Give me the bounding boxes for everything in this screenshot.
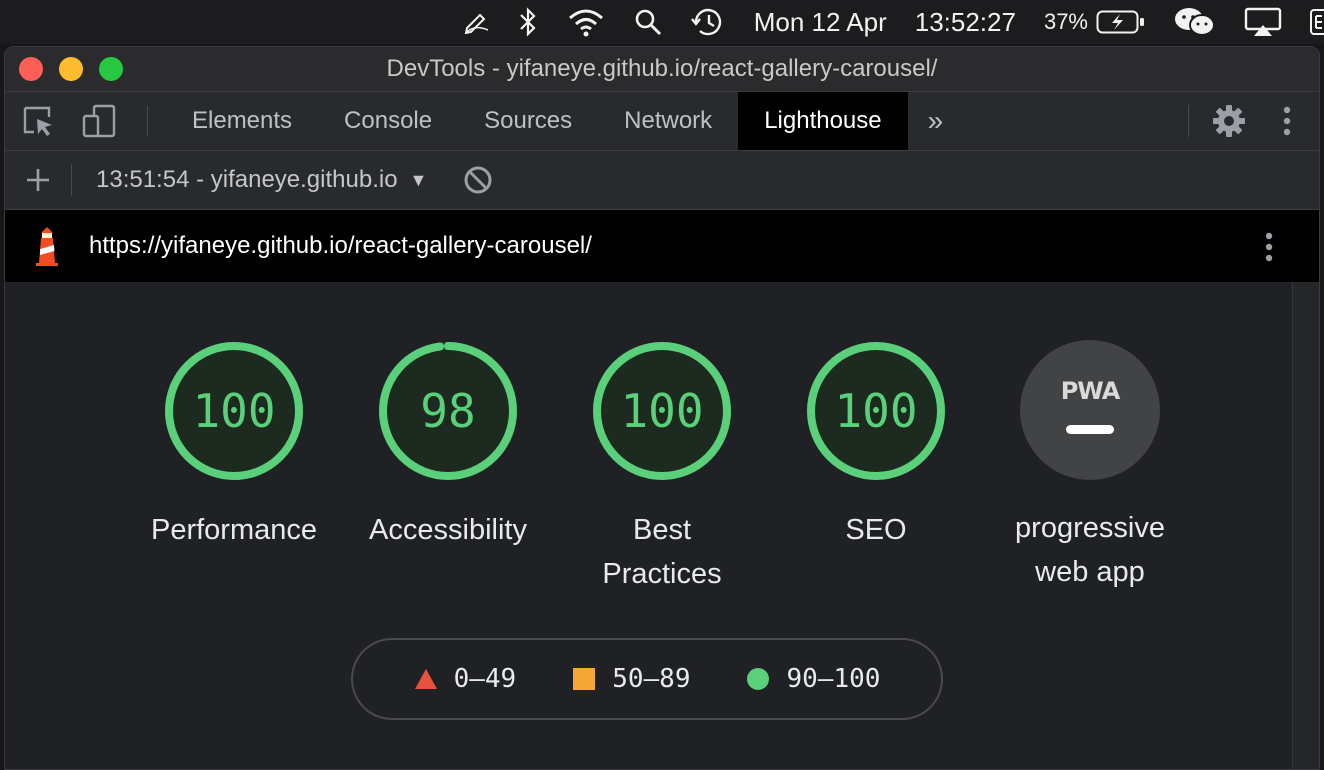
legend-item-average: 50–89	[572, 664, 690, 694]
tab-elements[interactable]: Elements	[166, 92, 318, 150]
score-gauge-performance[interactable]: 100 Performance	[127, 340, 341, 596]
score-gauge-best-practices[interactable]: 100 Best Practices	[555, 340, 769, 596]
tab-sources[interactable]: Sources	[458, 92, 598, 150]
toolbar-divider	[147, 106, 148, 136]
legend-range: 0–49	[453, 664, 517, 694]
gauge-ring: 100	[591, 340, 733, 482]
legend-item-pass: 90–100	[746, 664, 880, 694]
legend-range: 90–100	[786, 664, 881, 694]
pwa-badge-text: PWA	[1060, 376, 1121, 405]
score-label: Performance	[150, 514, 317, 546]
chevron-down-icon: ▼	[409, 169, 428, 190]
inspect-element-icon[interactable]	[9, 92, 69, 150]
report-selector-label: 13:51:54 - yifaneye.github.io	[96, 166, 398, 193]
toolbar-divider	[1188, 105, 1189, 137]
report-bar-divider	[71, 164, 72, 196]
report-selector[interactable]: 13:51:54 - yifaneye.github.io ▼	[96, 166, 427, 194]
legend-item-fail: 0–49	[414, 664, 517, 694]
score-label: SEO	[845, 514, 907, 546]
clear-reports-icon[interactable]	[463, 165, 493, 195]
title-bar: DevTools - yifaneye.github.io/react-gall…	[5, 47, 1319, 92]
gauge-ring: 98	[377, 340, 519, 482]
report-url-bar: https://yifaneye.github.io/react-gallery…	[5, 210, 1319, 282]
devtools-window: DevTools - yifaneye.github.io/react-gall…	[4, 46, 1320, 770]
input-source-icon[interactable]	[1310, 7, 1324, 37]
triangle-icon	[414, 669, 437, 689]
search-icon[interactable]	[634, 8, 662, 36]
bluetooth-icon[interactable]	[518, 7, 538, 37]
devtools-toolbar: Elements Console Sources Network Lightho…	[5, 92, 1319, 151]
wifi-icon[interactable]	[566, 7, 606, 37]
score-label: progressive web app	[1015, 512, 1165, 588]
report-menu-icon[interactable]	[1265, 232, 1273, 267]
legend-range: 50–89	[612, 664, 691, 694]
score-scale-legend: 0–49 50–89 90–100	[351, 638, 943, 720]
lighthouse-report: 100 Performance 98 Accessibility 100 Bes…	[5, 282, 1319, 769]
tab-lighthouse[interactable]: Lighthouse	[738, 92, 908, 150]
score-value: 100	[620, 384, 704, 438]
square-icon	[573, 668, 596, 690]
time-machine-icon[interactable]	[690, 6, 726, 38]
report-scrollbar[interactable]	[1292, 282, 1319, 769]
score-gauge-seo[interactable]: 100 SEO	[769, 340, 983, 596]
tab-console[interactable]: Console	[318, 92, 458, 150]
tab-network[interactable]: Network	[598, 92, 738, 150]
pwa-dash-icon	[1066, 424, 1114, 434]
battery-status[interactable]: 37%	[1044, 9, 1146, 35]
score-value: 98	[420, 384, 476, 438]
pen-icon[interactable]	[464, 10, 490, 34]
menubar: Mon 12 Apr 13:52:27 37%	[0, 0, 1324, 44]
circle-icon	[747, 668, 770, 690]
score-label: Accessibility	[369, 514, 527, 546]
new-report-plus-icon[interactable]	[5, 168, 71, 192]
more-tabs-chevron-icon[interactable]: »	[908, 92, 964, 150]
more-options-icon[interactable]	[1269, 106, 1305, 136]
gauge-ring: 100	[163, 340, 305, 482]
wechat-icon[interactable]	[1174, 6, 1216, 38]
report-url[interactable]: https://yifaneye.github.io/react-gallery…	[89, 232, 592, 260]
minimize-window-button[interactable]	[59, 57, 83, 81]
menubar-date[interactable]: Mon 12 Apr	[754, 7, 887, 38]
window-title: DevTools - yifaneye.github.io/react-gall…	[386, 55, 938, 82]
score-value: 100	[192, 384, 276, 438]
pwa-badge: PWA	[1020, 340, 1160, 480]
score-label: Best Practices	[602, 514, 722, 590]
battery-percent: 37%	[1043, 9, 1088, 34]
gauge-ring: 100	[805, 340, 947, 482]
airplay-icon[interactable]	[1244, 7, 1282, 37]
close-window-button[interactable]	[19, 57, 43, 81]
score-gauge-pwa[interactable]: PWA progressive web app	[983, 340, 1197, 596]
settings-gear-icon[interactable]	[1207, 104, 1251, 138]
score-gauges: 100 Performance 98 Accessibility 100 Bes…	[127, 340, 1197, 596]
zoom-window-button[interactable]	[99, 57, 123, 81]
menubar-clock[interactable]: 13:52:27	[915, 7, 1016, 38]
window-controls	[19, 57, 139, 81]
lighthouse-logo-icon	[5, 225, 89, 267]
score-gauge-accessibility[interactable]: 98 Accessibility	[341, 340, 555, 596]
battery-charging-icon	[1096, 10, 1144, 34]
toolbar-right-actions	[1188, 92, 1319, 150]
lighthouse-report-bar: 13:51:54 - yifaneye.github.io ▼	[5, 151, 1319, 210]
score-value: 100	[834, 384, 918, 438]
device-toolbar-icon[interactable]	[69, 92, 129, 150]
